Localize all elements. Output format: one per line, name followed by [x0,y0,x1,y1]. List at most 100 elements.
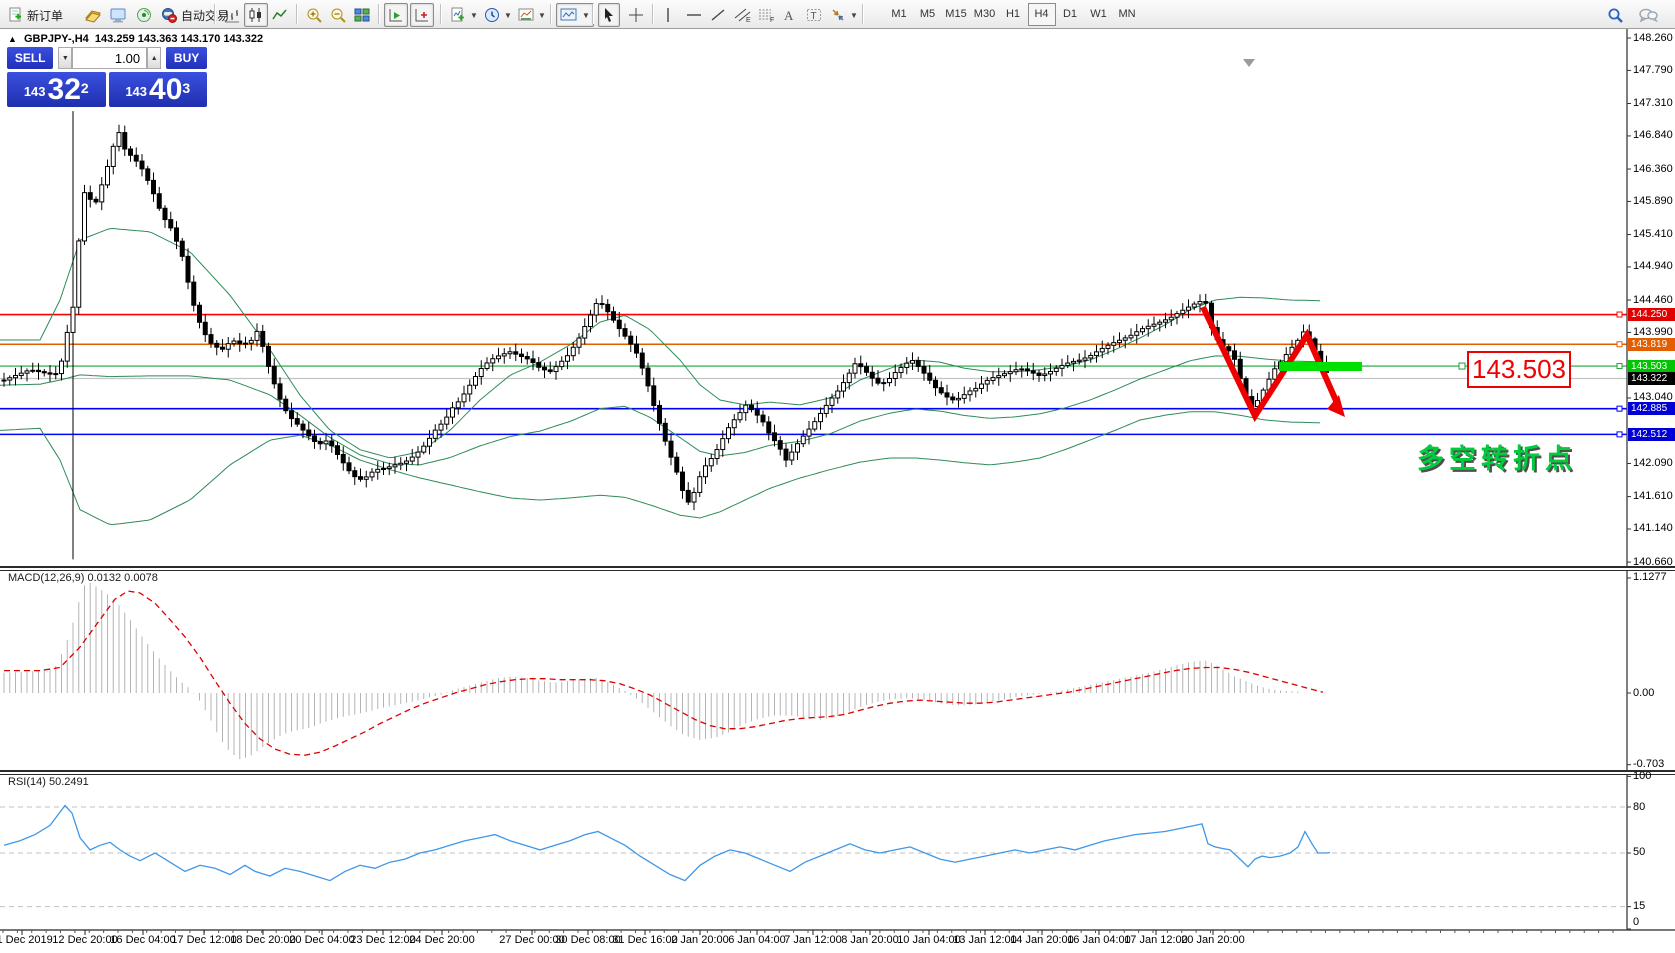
time-axis-label[interactable]: 31 Dec 16:00 [612,934,677,946]
price-badge: 143.322 [1628,372,1675,386]
volume-increase-button[interactable]: ▲ [147,47,162,69]
price-tick-label: 141.140 [1633,522,1673,535]
text-label-tool[interactable]: T [802,3,826,27]
trendline-tool[interactable] [706,3,730,27]
navigator-button[interactable] [106,3,131,27]
crosshair-icon [629,8,643,22]
price-tick-label: 146.360 [1633,162,1673,175]
new-order-button[interactable]: 新订单 [4,3,67,27]
time-axis-label[interactable]: 30 Dec 08:00 [555,934,620,946]
signals-button[interactable] [132,3,156,27]
zoom-in-button[interactable] [302,3,327,27]
horizontal-lines-layer [0,311,1627,438]
time-axis-label[interactable]: 24 Dec 20:00 [409,934,474,946]
rsi-tick-label: 0 [1633,915,1640,928]
fibonacci-tool[interactable]: F [754,3,780,27]
horizontal-line-tool[interactable] [682,3,706,27]
volume-input[interactable]: 1.00 [72,47,148,69]
time-axis-label[interactable]: 16 Jan 04:00 [1067,934,1131,946]
bar-chart-button[interactable] [220,3,244,27]
vertical-line-icon [667,8,669,22]
sell-button[interactable]: SELL [7,47,54,69]
chart-shift-marker-icon[interactable] [1243,59,1255,67]
chinese-note[interactable]: 多空转折点 [1417,437,1577,476]
market-watch-button[interactable] [80,3,106,27]
sell-price-display[interactable]: 143 32 2 [7,72,106,107]
buy-price-display[interactable]: 143 40 3 [108,72,207,107]
buy-price-sup: 3 [182,80,191,96]
pane-separator-macd[interactable] [0,566,1675,571]
indicators-icon [451,7,464,22]
macd-tick-label: -0.703 [1633,758,1665,771]
search-button[interactable] [1603,3,1628,27]
time-axis-label[interactable]: 17 Jan 12:00 [1124,934,1188,946]
chart-title: ▲ GBPJPY-,H4 143.259 143.363 143.170 143… [8,33,263,45]
buy-price-big: 40 [149,73,183,106]
chart-area[interactable]: ▲ GBPJPY-,H4 143.259 143.363 143.170 143… [0,28,1675,953]
trendline-icon [711,9,725,21]
time-axis-label[interactable]: 20 Jan 20:00 [1181,934,1245,946]
time-axis-label[interactable]: 17 Dec 12:00 [171,934,236,946]
macd-tick-label: 1.1277 [1633,571,1667,584]
auto-scroll-button[interactable] [384,3,408,27]
time-axis-label[interactable]: 20 Dec 04:00 [289,934,354,946]
chat-button[interactable] [1634,3,1662,27]
indicators-button[interactable]: ▼ [446,3,482,27]
time-axis-label[interactable]: 16 Dec 04:00 [110,934,175,946]
navigator-icon [110,8,126,23]
price-badge: 142.512 [1628,427,1675,441]
time-axis-label[interactable]: 18 Dec 20:00 [230,934,295,946]
vertical-line-tool[interactable] [658,3,678,27]
chart-symbol: GBPJPY-,H4 [23,33,89,45]
timeframe-button-d1[interactable]: D1 [1056,3,1084,26]
buy-button[interactable]: BUY [166,47,207,69]
time-axis-label[interactable]: 2 Jan 20:00 [671,934,729,946]
arrows-tool[interactable]: ▼ [826,3,862,27]
chart-shift-icon [415,9,428,22]
time-axis-label[interactable]: 10 Jan 04:00 [897,934,961,946]
toolbar-separator [296,4,298,24]
tile-windows-button[interactable] [350,3,374,27]
pane-separator-rsi[interactable] [0,770,1675,775]
chart-shift-button[interactable] [410,3,434,27]
timeframe-button-m1[interactable]: M1 [885,3,913,26]
price-callout-label[interactable]: 143.503 [1467,351,1571,388]
timeframe-button-w1[interactable]: W1 [1085,3,1113,26]
timeframe-button-h1[interactable]: H1 [999,3,1027,26]
time-axis-label[interactable]: 13 Jan 12:00 [953,934,1017,946]
templates-button[interactable]: ▼ [514,3,550,27]
chart-canvas[interactable] [0,28,1675,953]
candlestick-chart-button[interactable] [244,3,268,27]
time-axis-label[interactable]: 14 Jan 20:00 [1010,934,1074,946]
periods-clock-icon [485,8,499,22]
rsi-tick-label: 50 [1633,846,1646,859]
volume-decrease-button[interactable]: ▼ [58,47,73,69]
cursor-tool-button[interactable] [598,3,620,27]
periods-button[interactable]: ▼ [480,3,516,27]
zoom-out-button[interactable] [326,3,351,27]
rsi-tick-label: 100 [1633,769,1652,782]
chart-menu-arrow-icon[interactable]: ▲ [8,34,17,44]
sell-price-big: 32 [47,73,81,106]
crosshair-tool-button[interactable] [624,3,648,27]
auto-scroll-icon [389,9,402,22]
timeframe-button-m5[interactable]: M5 [914,3,942,26]
timeframe-button-mn[interactable]: MN [1113,3,1141,26]
channel-tool[interactable]: E [730,3,756,27]
time-axis-label[interactable]: 6 Jan 04:00 [728,934,786,946]
timeframe-button-m15[interactable]: M15 [942,3,970,26]
time-axis-label[interactable]: 23 Dec 12:00 [350,934,415,946]
time-axis-label[interactable]: 12 Dec 20:00 [52,934,117,946]
axes-layer [0,28,1675,935]
price-badge: 143.503 [1628,359,1675,373]
arrow-shapes-icon [832,9,844,21]
toolbar-separator [862,4,864,24]
timeframe-button-m30[interactable]: M30 [971,3,999,26]
profiles-button[interactable]: ▼ [556,3,594,27]
timeframe-button-h4[interactable]: H4 [1027,3,1056,26]
time-axis-label[interactable]: 8 Jan 20:00 [841,934,899,946]
time-axis-label[interactable]: 11 Dec 2019 [0,934,53,946]
text-tool[interactable]: A [778,3,800,27]
line-chart-button[interactable] [268,3,292,27]
time-axis-label[interactable]: 7 Jan 12:00 [784,934,842,946]
